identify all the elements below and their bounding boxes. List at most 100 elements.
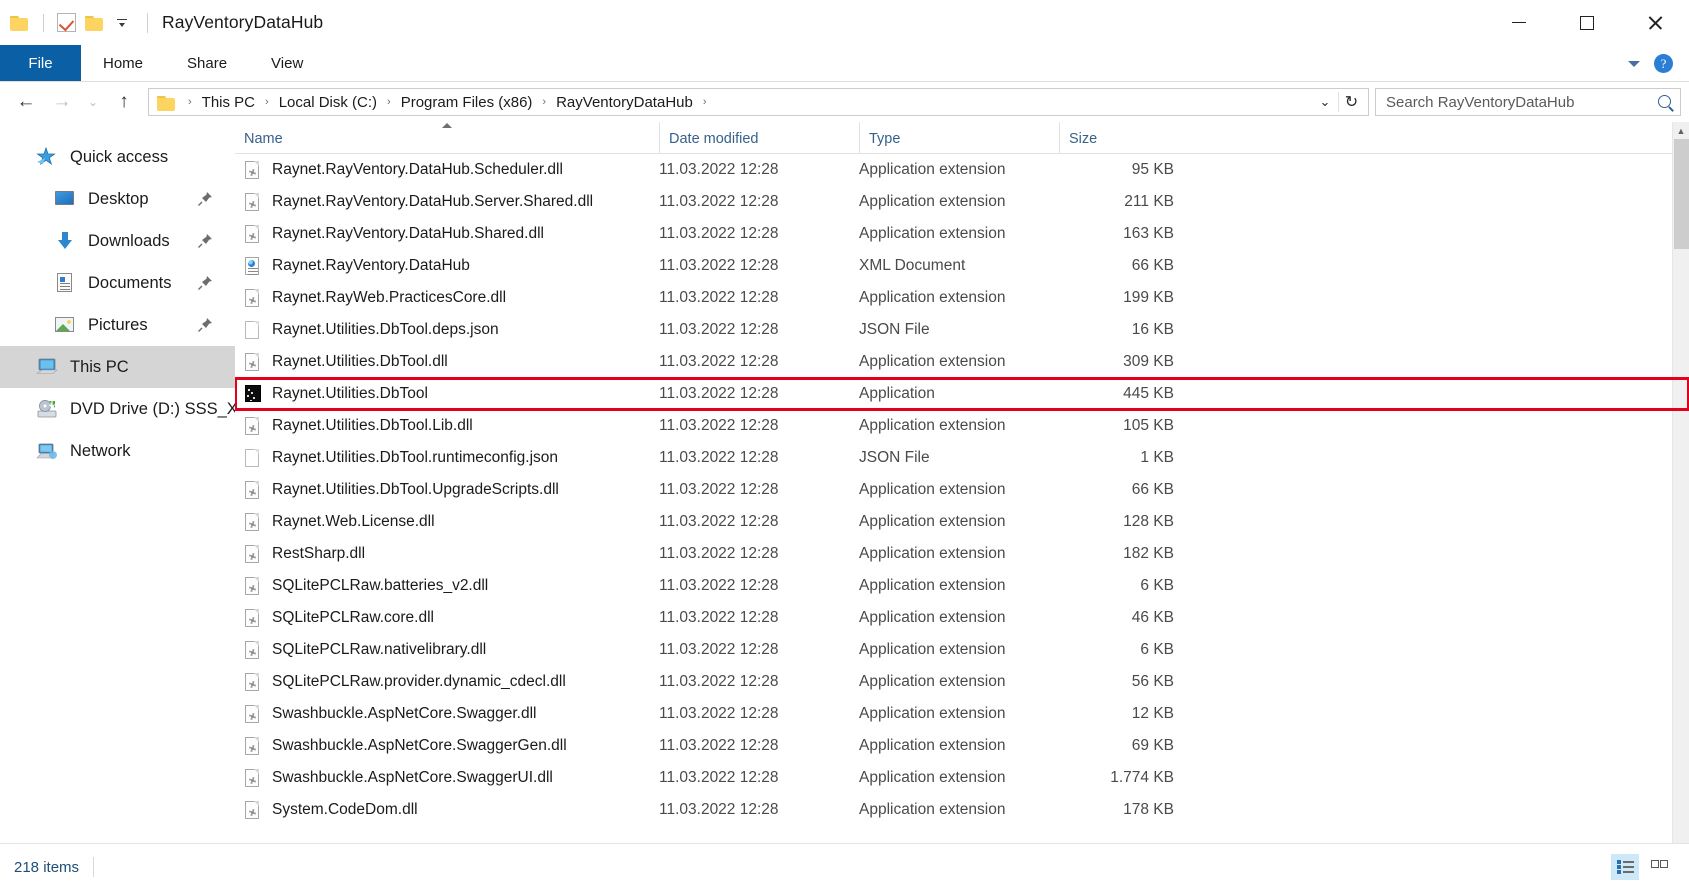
recent-locations-button[interactable]: ⌄ (80, 87, 106, 117)
tab-home[interactable]: Home (81, 45, 165, 81)
file-date-cell: 11.03.2022 12:28 (659, 545, 859, 563)
file-type-cell: Application extension (859, 673, 1059, 691)
minimize-button[interactable] (1485, 0, 1553, 45)
file-name-label: Swashbuckle.AspNetCore.SwaggerUI.dll (272, 769, 553, 787)
table-row[interactable]: Raynet.Utilities.DbTool.dll11.03.2022 12… (235, 346, 1689, 378)
checkbox-properties-icon[interactable] (57, 13, 76, 32)
table-row[interactable]: Raynet.RayVentory.DataHub.Shared.dll11.0… (235, 218, 1689, 250)
table-row[interactable]: Raynet.RayVentory.DataHub.Server.Shared.… (235, 186, 1689, 218)
breadcrumb-separator: › (698, 96, 712, 108)
table-row[interactable]: System.CodeDom.dll11.03.2022 12:28Applic… (235, 794, 1689, 826)
window-title: RayVentoryDataHub (162, 12, 323, 33)
breadcrumb-item-local-disk[interactable]: Local Disk (C:) (274, 91, 382, 114)
file-size-cell: 1.774 KB (1059, 769, 1187, 787)
desktop-icon (54, 189, 76, 209)
dll-icon (244, 768, 261, 788)
sidebar-item-network[interactable]: Network (0, 430, 235, 472)
table-row[interactable]: Raynet.Web.License.dll11.03.2022 12:28Ap… (235, 506, 1689, 538)
table-row[interactable]: Swashbuckle.AspNetCore.SwaggerUI.dll11.0… (235, 762, 1689, 794)
file-name-label: Raynet.Utilities.DbTool.dll (272, 353, 448, 371)
large-icons-view-button[interactable] (1645, 854, 1673, 880)
table-row[interactable]: Swashbuckle.AspNetCore.Swagger.dll11.03.… (235, 698, 1689, 730)
file-size-cell: 1 KB (1059, 449, 1187, 467)
search-input[interactable] (1386, 94, 1657, 111)
minimize-icon (1512, 22, 1526, 24)
file-type-cell: JSON File (859, 321, 1059, 339)
download-icon (54, 231, 76, 251)
sidebar-item-desktop[interactable]: Desktop (0, 178, 235, 220)
column-header-name[interactable]: Name (235, 122, 659, 153)
table-row[interactable]: Raynet.Utilities.DbTool.UpgradeScripts.d… (235, 474, 1689, 506)
file-rows: Raynet.RayVentory.DataHub.Scheduler.dll1… (235, 154, 1689, 843)
file-name-label: System.CodeDom.dll (272, 801, 418, 819)
file-size-cell: 95 KB (1059, 161, 1187, 179)
chevron-down-icon[interactable]: ⌄ (1312, 94, 1338, 110)
chevron-down-icon[interactable] (1628, 61, 1640, 67)
search-box[interactable] (1375, 88, 1681, 116)
table-row[interactable]: Raynet.Utilities.DbTool.deps.json11.03.2… (235, 314, 1689, 346)
back-button[interactable]: ← (8, 87, 44, 117)
file-name-cell: Swashbuckle.AspNetCore.SwaggerGen.dll (235, 736, 659, 756)
file-name-label: Raynet.RayVentory.DataHub.Shared.dll (272, 225, 544, 243)
sidebar-item-label: Desktop (88, 190, 149, 209)
file-size-cell: 199 KB (1059, 289, 1187, 307)
details-view-button[interactable] (1611, 854, 1639, 880)
sidebar-item-documents[interactable]: Documents (0, 262, 235, 304)
maximize-button[interactable] (1553, 0, 1621, 45)
vertical-scrollbar[interactable]: ▲ (1672, 122, 1689, 843)
column-header-size[interactable]: Size (1059, 122, 1187, 153)
file-name-cell: Raynet.Utilities.DbTool.runtimeconfig.js… (235, 448, 659, 468)
folder-icon (10, 14, 30, 31)
table-row[interactable]: Raynet.Utilities.DbTool.runtimeconfig.js… (235, 442, 1689, 474)
table-row[interactable]: Raynet.RayVentory.DataHub.Scheduler.dll1… (235, 154, 1689, 186)
sidebar-item-label: Pictures (88, 316, 148, 335)
file-date-cell: 11.03.2022 12:28 (659, 577, 859, 595)
table-row[interactable]: SQLitePCLRaw.provider.dynamic_cdecl.dll1… (235, 666, 1689, 698)
table-row[interactable]: Raynet.RayWeb.PracticesCore.dll11.03.202… (235, 282, 1689, 314)
table-row[interactable]: Raynet.Utilities.DbTool11.03.2022 12:28A… (235, 378, 1689, 410)
scroll-up-arrow-icon[interactable]: ▲ (1673, 122, 1689, 139)
search-icon[interactable] (1657, 94, 1674, 111)
sidebar-item-downloads[interactable]: Downloads (0, 220, 235, 262)
file-name-label: SQLitePCLRaw.core.dll (272, 609, 434, 627)
tab-view[interactable]: View (249, 45, 325, 81)
help-icon[interactable]: ? (1654, 54, 1673, 73)
breadcrumb[interactable]: › This PC › Local Disk (C:) › Program Fi… (148, 88, 1369, 116)
scrollbar-thumb[interactable] (1674, 139, 1689, 249)
table-row[interactable]: Raynet.Utilities.DbTool.Lib.dll11.03.202… (235, 410, 1689, 442)
sidebar-item-quick-access[interactable]: Quick access (0, 136, 235, 178)
table-row[interactable]: SQLitePCLRaw.batteries_v2.dll11.03.2022 … (235, 570, 1689, 602)
tab-share[interactable]: Share (165, 45, 249, 81)
file-type-cell: Application (859, 385, 1059, 403)
forward-button[interactable]: → (44, 87, 80, 117)
file-date-cell: 11.03.2022 12:28 (659, 705, 859, 723)
table-row[interactable]: Swashbuckle.AspNetCore.SwaggerGen.dll11.… (235, 730, 1689, 762)
file-size-cell: 66 KB (1059, 257, 1187, 275)
sidebar-item-label: Downloads (88, 232, 170, 251)
up-button[interactable]: ↑ (106, 87, 142, 117)
breadcrumb-item-program-files[interactable]: Program Files (x86) (396, 91, 538, 114)
file-name-label: SQLitePCLRaw.nativelibrary.dll (272, 641, 486, 659)
refresh-icon[interactable]: ↻ (1338, 92, 1364, 112)
close-button[interactable] (1621, 0, 1689, 45)
tab-file[interactable]: File (0, 45, 81, 81)
file-size-cell: 178 KB (1059, 801, 1187, 819)
file-size-cell: 16 KB (1059, 321, 1187, 339)
file-date-cell: 11.03.2022 12:28 (659, 673, 859, 691)
file-size-cell: 211 KB (1059, 193, 1187, 211)
column-header-date-modified[interactable]: Date modified (659, 122, 859, 153)
sidebar-item-this-pc[interactable]: This PC (0, 346, 235, 388)
breadcrumb-item-rayventorydatahub[interactable]: RayVentoryDataHub (551, 91, 698, 114)
sidebar-item-dvd-drive[interactable]: DVD Drive (D:) SSS_X (0, 388, 235, 430)
sidebar-item-pictures[interactable]: Pictures (0, 304, 235, 346)
customize-quick-access-caret-icon[interactable] (114, 15, 130, 31)
table-row[interactable]: Raynet.RayVentory.DataHub11.03.2022 12:2… (235, 250, 1689, 282)
file-name-cell: System.CodeDom.dll (235, 800, 659, 820)
table-row[interactable]: SQLitePCLRaw.nativelibrary.dll11.03.2022… (235, 634, 1689, 666)
table-row[interactable]: RestSharp.dll11.03.2022 12:28Application… (235, 538, 1689, 570)
new-folder-icon[interactable] (85, 14, 105, 31)
table-row[interactable]: SQLitePCLRaw.core.dll11.03.2022 12:28App… (235, 602, 1689, 634)
breadcrumb-item-this-pc[interactable]: This PC (197, 91, 260, 114)
breadcrumb-folder-icon (157, 94, 177, 111)
column-header-type[interactable]: Type (859, 122, 1059, 153)
